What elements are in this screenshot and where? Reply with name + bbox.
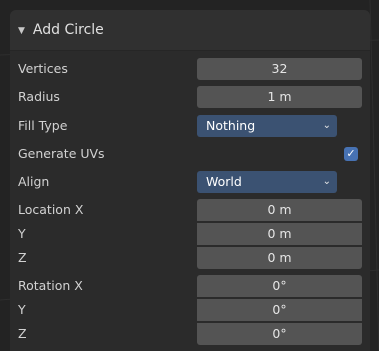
radius-field[interactable]: 1 m bbox=[197, 86, 362, 108]
rotation-x-row: Rotation X 0° bbox=[10, 274, 370, 298]
3d-viewport[interactable]: ▼ Add Circle Vertices 32 Radius 1 m Fill… bbox=[0, 0, 379, 351]
generate-uvs-label: Generate UVs bbox=[18, 146, 105, 161]
vertices-field[interactable]: 32 bbox=[197, 58, 362, 80]
chevron-down-icon: ⌄ bbox=[322, 120, 331, 131]
rotation-z-label: Z bbox=[18, 326, 27, 341]
fill-type-row: Fill Type Nothing ⌄ bbox=[10, 114, 370, 138]
location-z-label: Z bbox=[18, 250, 27, 265]
vertices-label: Vertices bbox=[18, 61, 68, 76]
location-x-label: Location X bbox=[18, 202, 84, 217]
chevron-down-icon: ⌄ bbox=[322, 176, 331, 187]
align-label: Align bbox=[18, 174, 50, 189]
location-y-label: Y bbox=[18, 226, 26, 241]
location-z-row: Z 0 m bbox=[10, 246, 370, 270]
location-y-field[interactable]: 0 m bbox=[197, 223, 362, 245]
rotation-z-field[interactable]: 0° bbox=[197, 323, 362, 345]
panel-header[interactable]: ▼ Add Circle bbox=[10, 10, 370, 51]
align-row: Align World ⌄ bbox=[10, 170, 370, 194]
rotation-y-label: Y bbox=[18, 302, 26, 317]
fill-type-value: Nothing bbox=[206, 118, 256, 133]
rotation-z-row: Z 0° bbox=[10, 322, 370, 346]
radius-row: Radius 1 m bbox=[10, 85, 370, 109]
rotation-y-field[interactable]: 0° bbox=[197, 299, 362, 321]
operator-redo-panel: ▼ Add Circle Vertices 32 Radius 1 m Fill… bbox=[10, 10, 370, 351]
radius-label: Radius bbox=[18, 89, 60, 104]
check-icon: ✓ bbox=[346, 147, 356, 160]
location-y-row: Y 0 m bbox=[10, 222, 370, 246]
rotation-x-field[interactable]: 0° bbox=[197, 275, 362, 297]
generate-uvs-row: Generate UVs ✓ bbox=[10, 142, 370, 166]
caret-down-icon[interactable]: ▼ bbox=[18, 26, 25, 36]
panel-title: Add Circle bbox=[32, 22, 104, 38]
location-z-field[interactable]: 0 m bbox=[197, 247, 362, 269]
rotation-y-row: Y 0° bbox=[10, 298, 370, 322]
fill-type-dropdown[interactable]: Nothing ⌄ bbox=[197, 115, 337, 137]
vertices-row: Vertices 32 bbox=[10, 57, 370, 81]
align-dropdown[interactable]: World ⌄ bbox=[197, 171, 337, 193]
fill-type-label: Fill Type bbox=[18, 118, 68, 133]
align-value: World bbox=[206, 174, 242, 189]
generate-uvs-checkbox[interactable]: ✓ bbox=[344, 147, 358, 161]
location-x-row: Location X 0 m bbox=[10, 198, 370, 222]
location-x-field[interactable]: 0 m bbox=[197, 199, 362, 221]
rotation-x-label: Rotation X bbox=[18, 278, 83, 293]
